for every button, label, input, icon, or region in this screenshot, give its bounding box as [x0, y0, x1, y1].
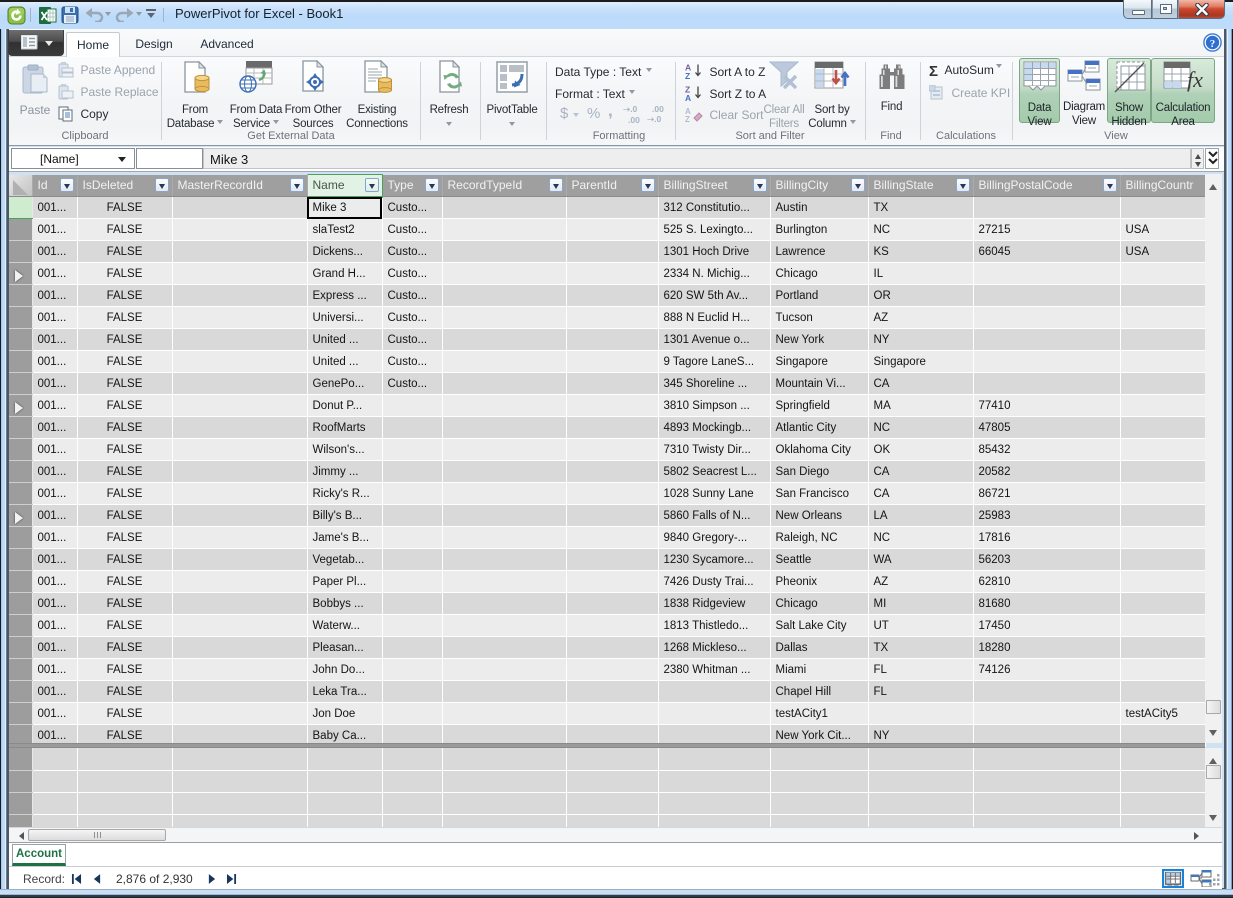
svg-text:Z: Z — [685, 71, 690, 79]
svg-text:fx: fx — [1187, 67, 1203, 92]
svg-text:?: ? — [1210, 38, 1216, 50]
svg-text:A: A — [685, 93, 691, 101]
svg-text:Z: Z — [685, 115, 690, 122]
